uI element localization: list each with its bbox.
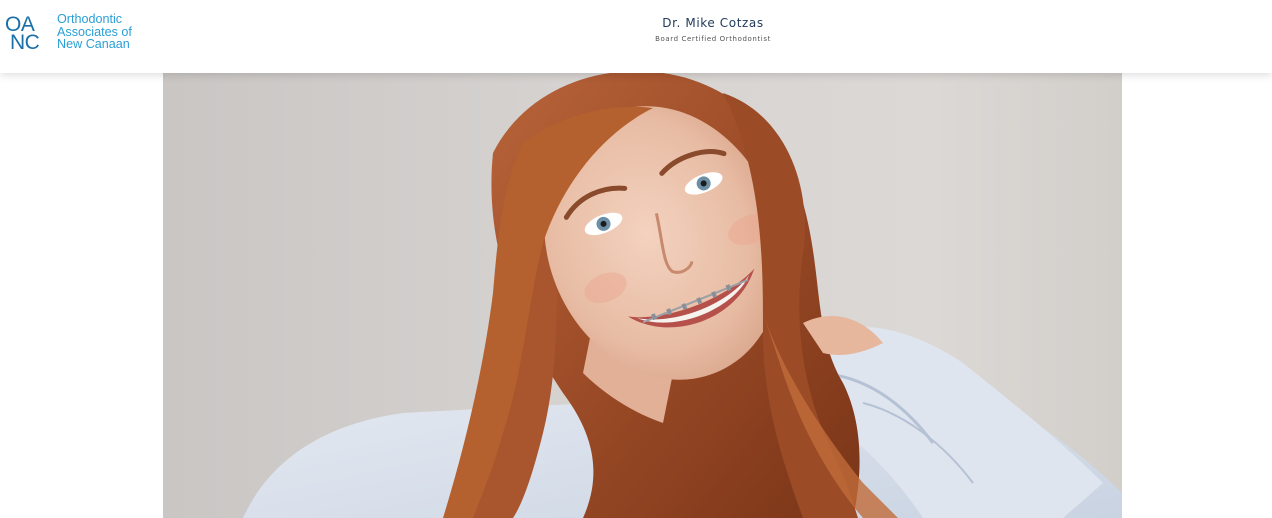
logo-monogram-line2: NC	[10, 31, 40, 54]
logo-monogram: OA NC	[5, 12, 45, 54]
logo-wordmark-line1: Orthodontic	[57, 12, 123, 26]
logo-wordmark-line3: New Canaan	[57, 37, 130, 52]
site-logo-link[interactable]: OA NC Orthodontic Associates of New Cana…	[5, 12, 132, 54]
hero-photo-illustration	[243, 73, 1122, 518]
doctor-credit: Dr. Mike Cotzas Board Certified Orthodon…	[563, 16, 863, 43]
logo-wordmark: Orthodontic Associates of New Canaan	[57, 13, 132, 51]
site-header: OA NC Orthodontic Associates of New Cana…	[0, 0, 1272, 73]
doctor-title: Board Certified Orthodontist	[655, 35, 771, 43]
hero-image	[163, 73, 1122, 518]
doctor-name: Dr. Mike Cotzas	[662, 16, 764, 30]
